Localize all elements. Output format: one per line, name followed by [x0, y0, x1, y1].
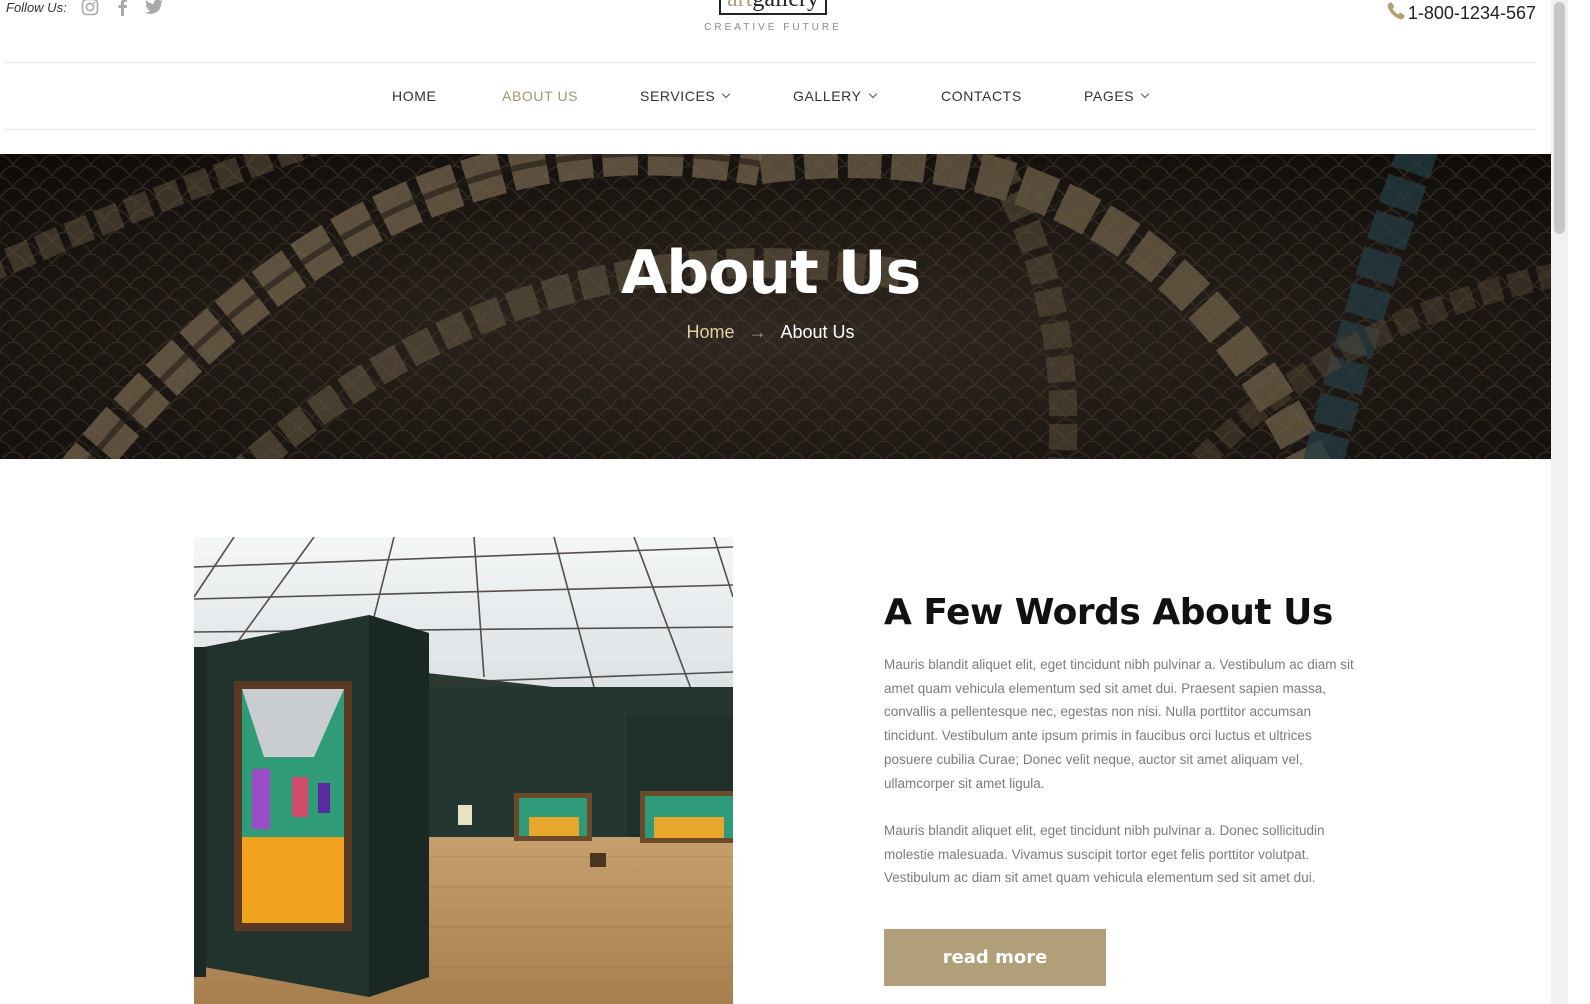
logo-word-gallery: gallery [752, 0, 819, 12]
social-links [80, 0, 164, 17]
nav-label-home: HOME [392, 88, 437, 104]
nav-item-home[interactable]: HOME [392, 88, 436, 104]
page-scrollbar[interactable] [1551, 0, 1568, 1004]
breadcrumb-arrow-icon: → [748, 322, 767, 342]
follow-us-label: Follow Us: [6, 0, 67, 15]
read-more-button[interactable]: read more [884, 929, 1106, 986]
main-nav: HOME ABOUT US SERVICES GALLERY CONTACTS … [5, 62, 1536, 130]
nav-label-gallery: GALLERY [793, 88, 862, 104]
logo-tagline: CREATIVE FUTURE [704, 22, 842, 33]
top-bar: Follow Us: artgallery CREATIVE FUTURE 1-… [0, 0, 1552, 62]
logo-wordmark: artgallery [719, 0, 827, 15]
nav-label-services: SERVICES [640, 88, 716, 104]
gallery-interior-photo [194, 537, 733, 1004]
logo-word-art: art [727, 0, 752, 12]
breadcrumb-current: About Us [780, 322, 855, 342]
about-paragraph: Mauris blandit aliquet elit, eget tincid… [884, 657, 1354, 791]
scrollbar-thumb[interactable] [1554, 2, 1565, 234]
chevron-down-icon [722, 89, 731, 99]
facebook-icon[interactable] [112, 0, 132, 17]
twitter-icon[interactable] [144, 0, 164, 17]
page-hero-banner: About Us Home → About Us [0, 154, 1551, 459]
nav-item-contacts[interactable]: CONTACTS [941, 88, 1022, 104]
chevron-down-icon [868, 89, 877, 99]
nav-item-gallery[interactable]: GALLERY [793, 88, 877, 104]
phone-number: 1-800-1234-567 [1407, 2, 1536, 23]
nav-item-pages[interactable]: PAGES [1084, 88, 1150, 104]
phone-contact[interactable]: 1-800-1234-567 [1386, 0, 1536, 26]
site-logo[interactable]: artgallery CREATIVE FUTURE [703, 0, 843, 33]
nav-label-about-us: ABOUT US [502, 88, 579, 104]
instagram-icon[interactable] [80, 0, 100, 17]
breadcrumb-home-link[interactable]: Home [686, 322, 734, 343]
nav-label-contacts: CONTACTS [941, 88, 1022, 104]
about-paragraph: Mauris blandit aliquet elit, eget tincid… [884, 823, 1325, 886]
nav-item-about-us[interactable]: ABOUT US [502, 88, 578, 104]
phone-icon [1386, 0, 1406, 26]
window-gutter [1568, 0, 1590, 1004]
breadcrumb: Home → About Us [0, 322, 1541, 343]
about-heading: A Few Words About Us [884, 592, 1333, 633]
nav-label-pages: PAGES [1084, 88, 1135, 104]
nav-item-services[interactable]: SERVICES [640, 88, 731, 104]
chevron-down-icon [1140, 89, 1150, 99]
page-title: About Us [620, 238, 921, 308]
